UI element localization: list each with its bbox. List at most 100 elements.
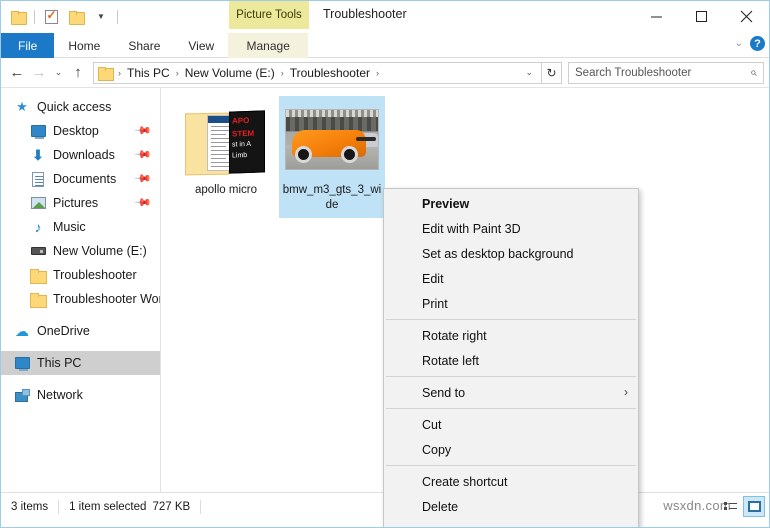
sidebar-item-label: Network bbox=[37, 388, 83, 402]
drive-icon bbox=[29, 243, 47, 259]
menu-item-rename[interactable]: Rename bbox=[384, 519, 638, 528]
sidebar-item-new-volume-e[interactable]: New Volume (E:) bbox=[1, 239, 160, 263]
sidebar-item-label: This PC bbox=[37, 356, 82, 370]
menu-item-send-to[interactable]: Send to › bbox=[384, 380, 638, 405]
list-item[interactable]: APO STEM st in A Limb apollo micro bbox=[173, 96, 279, 218]
sidebar-item-network[interactable]: Network bbox=[1, 383, 160, 407]
navigation-pane: ★ Quick access Desktop 📌 ⬇ Downloads 📌 D… bbox=[1, 88, 161, 492]
sidebar-item-quick-access[interactable]: ★ Quick access bbox=[1, 95, 160, 119]
sidebar-item-documents[interactable]: Documents 📌 bbox=[1, 167, 160, 191]
back-button[interactable]: ← bbox=[6, 61, 28, 85]
thumbnail-text-line2: STEM bbox=[232, 128, 255, 139]
breadcrumb-separator-1[interactable]: › bbox=[173, 68, 182, 78]
contextual-tab-group-label: Picture Tools bbox=[229, 1, 309, 29]
menu-item-rotate-left[interactable]: Rotate left bbox=[384, 348, 638, 373]
status-divider-2 bbox=[200, 499, 202, 514]
menu-item-edit[interactable]: Edit bbox=[384, 266, 638, 291]
sidebar-item-music[interactable]: ♪ Music bbox=[1, 215, 160, 239]
search-input[interactable] bbox=[575, 66, 751, 79]
sidebar-item-desktop[interactable]: Desktop 📌 bbox=[1, 119, 160, 143]
breadcrumb-item-troubleshooter[interactable]: Troubleshooter bbox=[287, 63, 373, 83]
quick-access-toolbar: ▼ bbox=[7, 6, 120, 28]
network-icon bbox=[13, 387, 31, 403]
sidebar-item-label: Downloads bbox=[53, 148, 115, 162]
view-mode-buttons bbox=[719, 496, 765, 517]
menu-separator bbox=[386, 376, 636, 377]
selection-info-label: 1 item selected bbox=[69, 500, 147, 513]
title-bar: ▼ Picture Tools Troubleshooter bbox=[1, 1, 769, 33]
menu-item-cut[interactable]: Cut bbox=[384, 412, 638, 437]
picture-icon bbox=[29, 195, 47, 211]
window-title: Troubleshooter bbox=[323, 7, 407, 21]
search-icon[interactable]: ⌕ bbox=[750, 65, 757, 80]
tab-home[interactable]: Home bbox=[54, 33, 114, 58]
properties-icon[interactable] bbox=[40, 6, 62, 28]
breadcrumb-folder-icon bbox=[98, 66, 114, 81]
thumbnail-text-line4: Limb bbox=[232, 151, 248, 160]
chevron-down-icon[interactable]: ⌄ bbox=[735, 38, 743, 49]
breadcrumb-item-new-volume[interactable]: New Volume (E:) bbox=[182, 63, 278, 83]
breadcrumb-separator-3[interactable]: › bbox=[373, 68, 382, 78]
menu-item-print[interactable]: Print bbox=[384, 291, 638, 316]
explorer-window: ▼ Picture Tools Troubleshooter File Home… bbox=[0, 0, 770, 528]
menu-item-preview[interactable]: Preview bbox=[384, 191, 638, 216]
list-item[interactable]: bmw_m3_gts_3_wide bbox=[279, 96, 385, 218]
monitor-icon bbox=[13, 355, 31, 371]
close-button[interactable] bbox=[724, 1, 769, 31]
tab-view[interactable]: View bbox=[174, 33, 228, 58]
menu-separator bbox=[386, 319, 636, 320]
download-icon: ⬇ bbox=[32, 146, 44, 163]
breadcrumb[interactable]: › This PC › New Volume (E:) › Troublesho… bbox=[93, 61, 542, 84]
ribbon-right-controls: ⌄ ? bbox=[735, 36, 765, 51]
sidebar-item-label: Pictures bbox=[53, 196, 99, 210]
breadcrumb-separator-0[interactable]: › bbox=[115, 68, 124, 78]
file-name-label: bmw_m3_gts_3_wide bbox=[282, 184, 382, 211]
folder-icon bbox=[29, 267, 47, 284]
menu-item-rotate-right[interactable]: Rotate right bbox=[384, 323, 638, 348]
search-box[interactable]: ⌕ bbox=[568, 61, 764, 84]
breadcrumb-item-this-pc[interactable]: This PC bbox=[124, 63, 173, 83]
sidebar-item-troubleshooter[interactable]: Troubleshooter bbox=[1, 263, 160, 287]
pin-icon[interactable]: 📌 bbox=[134, 169, 153, 188]
breadcrumb-dropdown-caret-icon[interactable]: ⌄ bbox=[519, 67, 539, 78]
help-icon[interactable]: ? bbox=[750, 36, 765, 51]
pin-icon[interactable]: 📌 bbox=[134, 145, 153, 164]
minimize-button[interactable] bbox=[634, 1, 679, 31]
folder-thumbnail: APO STEM st in A Limb bbox=[178, 100, 274, 178]
tab-file[interactable]: File bbox=[1, 33, 55, 58]
maximize-button[interactable] bbox=[679, 1, 724, 31]
menu-item-edit-with-paint-3d[interactable]: Edit with Paint 3D bbox=[384, 216, 638, 241]
sidebar-item-troubleshooter-work[interactable]: Troubleshooter Wor bbox=[1, 287, 160, 311]
new-folder-icon[interactable] bbox=[65, 6, 87, 28]
menu-item-copy[interactable]: Copy bbox=[384, 437, 638, 462]
refresh-button[interactable]: ↻ bbox=[542, 61, 562, 84]
breadcrumb-separator-2[interactable]: › bbox=[278, 68, 287, 78]
sidebar-item-onedrive[interactable]: ☁ OneDrive bbox=[1, 319, 160, 343]
large-icons-view-button[interactable] bbox=[743, 496, 765, 517]
ribbon-tab-strip: File Home Share View Manage ⌄ ? bbox=[1, 33, 769, 58]
window-controls bbox=[634, 1, 769, 31]
pin-icon[interactable]: 📌 bbox=[134, 193, 153, 212]
sidebar-item-this-pc[interactable]: This PC bbox=[1, 351, 160, 375]
tab-manage[interactable]: Manage bbox=[228, 33, 309, 58]
customize-quick-access-caret-icon[interactable]: ▼ bbox=[90, 6, 112, 28]
sidebar-item-pictures[interactable]: Pictures 📌 bbox=[1, 191, 160, 215]
image-thumbnail bbox=[284, 100, 380, 178]
file-name-label: apollo micro bbox=[195, 184, 257, 196]
tab-share[interactable]: Share bbox=[114, 33, 174, 58]
menu-separator bbox=[386, 465, 636, 466]
status-divider bbox=[58, 499, 60, 514]
pin-icon[interactable]: 📌 bbox=[134, 121, 153, 140]
thumbnail-text-line1: APO bbox=[232, 115, 250, 126]
recent-locations-caret-icon[interactable]: ⌄ bbox=[50, 61, 67, 85]
folder-icon[interactable] bbox=[7, 6, 29, 28]
forward-button[interactable]: → bbox=[28, 61, 50, 85]
menu-item-delete[interactable]: Delete bbox=[384, 494, 638, 519]
menu-item-set-as-desktop-background[interactable]: Set as desktop background bbox=[384, 241, 638, 266]
details-view-button[interactable] bbox=[719, 496, 741, 517]
up-button[interactable]: ↑ bbox=[67, 61, 89, 85]
sidebar-item-downloads[interactable]: ⬇ Downloads 📌 bbox=[1, 143, 160, 167]
menu-item-create-shortcut[interactable]: Create shortcut bbox=[384, 469, 638, 494]
